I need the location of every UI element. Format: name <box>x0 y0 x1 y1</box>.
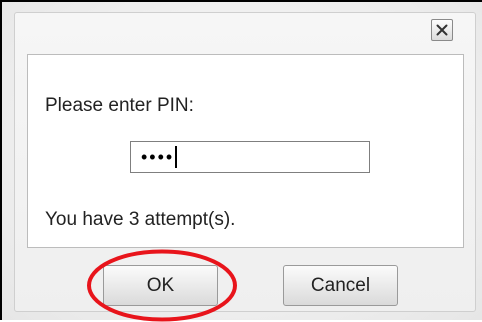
attempts-remaining-text: You have 3 attempt(s). <box>45 209 236 230</box>
cancel-button[interactable]: Cancel <box>283 265 398 306</box>
pin-masked-value: •••• <box>141 147 175 167</box>
text-caret <box>175 146 178 168</box>
screenshot-frame: Please enter PIN: •••• You have 3 attemp… <box>0 0 482 322</box>
pin-panel: Please enter PIN: •••• You have 3 attemp… <box>27 54 464 248</box>
close-button[interactable] <box>431 19 453 41</box>
ok-button[interactable]: OK <box>103 265 218 306</box>
pin-prompt-label: Please enter PIN: <box>45 95 194 116</box>
pin-input[interactable]: •••• <box>130 141 370 173</box>
close-icon <box>436 24 448 36</box>
